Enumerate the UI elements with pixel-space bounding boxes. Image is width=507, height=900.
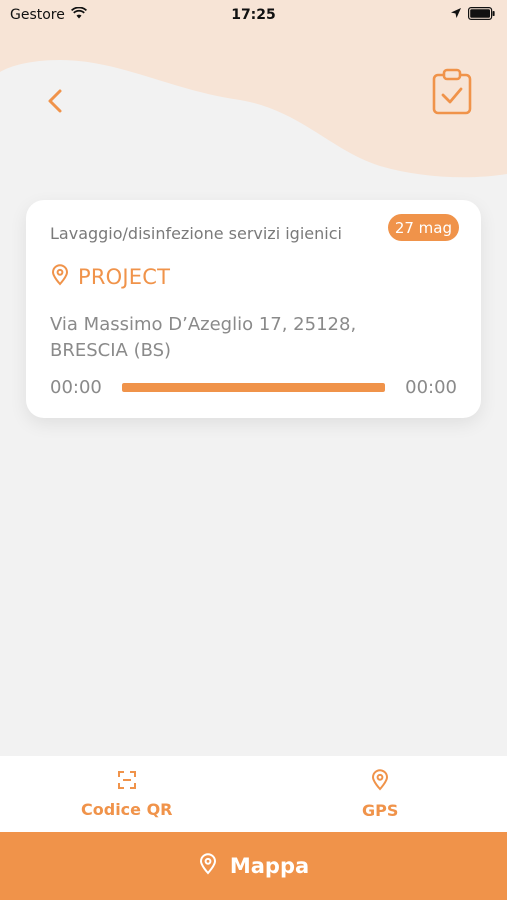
wifi-icon (70, 6, 87, 23)
chevron-left-icon (45, 88, 65, 118)
qr-scan-icon (117, 770, 137, 794)
qr-code-label: Codice QR (81, 799, 173, 819)
time-row: 00:00 00:00 (50, 377, 457, 398)
service-label: Lavaggio/disinfezione servizi igienici (50, 224, 342, 243)
battery-icon (468, 6, 495, 24)
location-pin-icon (50, 264, 70, 290)
status-left: Gestore (10, 6, 87, 23)
location-pin-icon (198, 853, 218, 879)
gps-label: GPS (362, 800, 399, 820)
status-right (450, 6, 495, 24)
qr-code-button[interactable]: Codice QR (0, 756, 254, 832)
address-line-1: Via Massimo D’Azeglio 17, 25128, (50, 314, 357, 335)
map-button-label: Mappa (229, 854, 310, 878)
date-badge: 27 mag (387, 214, 459, 241)
clipboard-check-icon (431, 68, 473, 120)
carrier-label: Gestore (10, 7, 65, 23)
clipboard-button[interactable] (428, 68, 476, 120)
start-time: 00:00 (50, 377, 102, 398)
location-arrow-icon (450, 7, 462, 23)
map-button[interactable]: Mappa (0, 832, 507, 900)
back-button[interactable] (38, 86, 72, 120)
address: Via Massimo D’Azeglio 17, 25128, BRESCIA… (50, 312, 356, 364)
job-card[interactable]: Lavaggio/disinfezione servizi igienici 2… (26, 200, 481, 418)
status-bar: Gestore 17:25 (0, 0, 507, 30)
end-time: 00:00 (405, 377, 457, 398)
address-line-2: BRESCIA (BS) (50, 340, 172, 361)
project-row: PROJECT (50, 264, 170, 290)
location-pin-icon (370, 768, 390, 795)
gps-button[interactable]: GPS (254, 756, 507, 832)
bottom-action-bar: Codice QR GPS (0, 756, 507, 832)
progress-track (121, 383, 386, 392)
project-name: PROJECT (78, 265, 171, 289)
progress-fill (121, 383, 386, 392)
